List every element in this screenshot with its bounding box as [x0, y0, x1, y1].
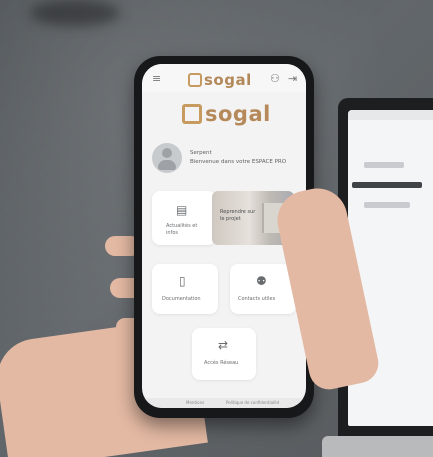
profile-subtitle: Bienvenue dans votre ESPACE PRO — [190, 159, 287, 165]
profile-header[interactable]: Serpent Bienvenue dans votre ESPACE PRO — [152, 136, 296, 180]
footer-right[interactable]: Politique de confidentialité — [226, 400, 279, 405]
laptop-menu-item[interactable] — [364, 162, 404, 168]
card-network[interactable]: ⇄ Accès Réseau — [192, 328, 256, 380]
brand-name: sogal — [204, 71, 252, 89]
card-label: Actualités et infos — [166, 223, 198, 236]
card-label: Accès Réseau — [204, 360, 239, 366]
laptop-menu-item[interactable] — [364, 202, 410, 208]
logo-mark — [188, 73, 202, 87]
laptop-topbar — [348, 110, 433, 120]
avatar[interactable] — [152, 143, 182, 173]
card-news[interactable]: ▤ Actualités et infos — [152, 191, 216, 245]
book-icon: ▯ — [179, 274, 186, 288]
app-topbar: ≡ sogal ⚇ ⇥ — [142, 64, 306, 92]
card-documentation[interactable]: ▯ Documentation — [152, 264, 218, 314]
bottom-bar — [142, 398, 306, 408]
logo-mark-large — [182, 104, 202, 124]
menu-icon[interactable]: ≡ — [152, 72, 161, 85]
app-logo-large: sogal — [182, 100, 271, 128]
news-icon: ▤ — [176, 203, 188, 217]
profile-text: Serpent Bienvenue dans votre ESPACE PRO — [190, 149, 286, 167]
card-label: Contacts utiles — [238, 296, 276, 302]
profile-name: Serpent — [190, 150, 212, 156]
user-icon[interactable]: ⚇ — [270, 72, 280, 85]
sync-icon: ⇄ — [218, 338, 229, 352]
footer-left[interactable]: Mentions — [186, 400, 204, 405]
logout-icon[interactable]: ⇥ — [288, 72, 297, 85]
table-shadow — [30, 0, 120, 26]
brand-name-large: sogal — [205, 102, 271, 126]
photo-scene: ≡ sogal ⚇ ⇥ sogal Serpent Bienvenue dans… — [0, 0, 433, 457]
laptop-menu-item-active[interactable] — [352, 182, 422, 188]
card-label: Documentation — [162, 296, 201, 302]
people-icon: ⚉ — [256, 274, 267, 288]
laptop-base — [322, 436, 433, 457]
card-contacts[interactable]: ⚉ Contacts utiles — [230, 264, 296, 314]
promo-label: Reprendre sur le projet — [220, 209, 256, 222]
app-logo-small: sogal — [188, 70, 252, 90]
